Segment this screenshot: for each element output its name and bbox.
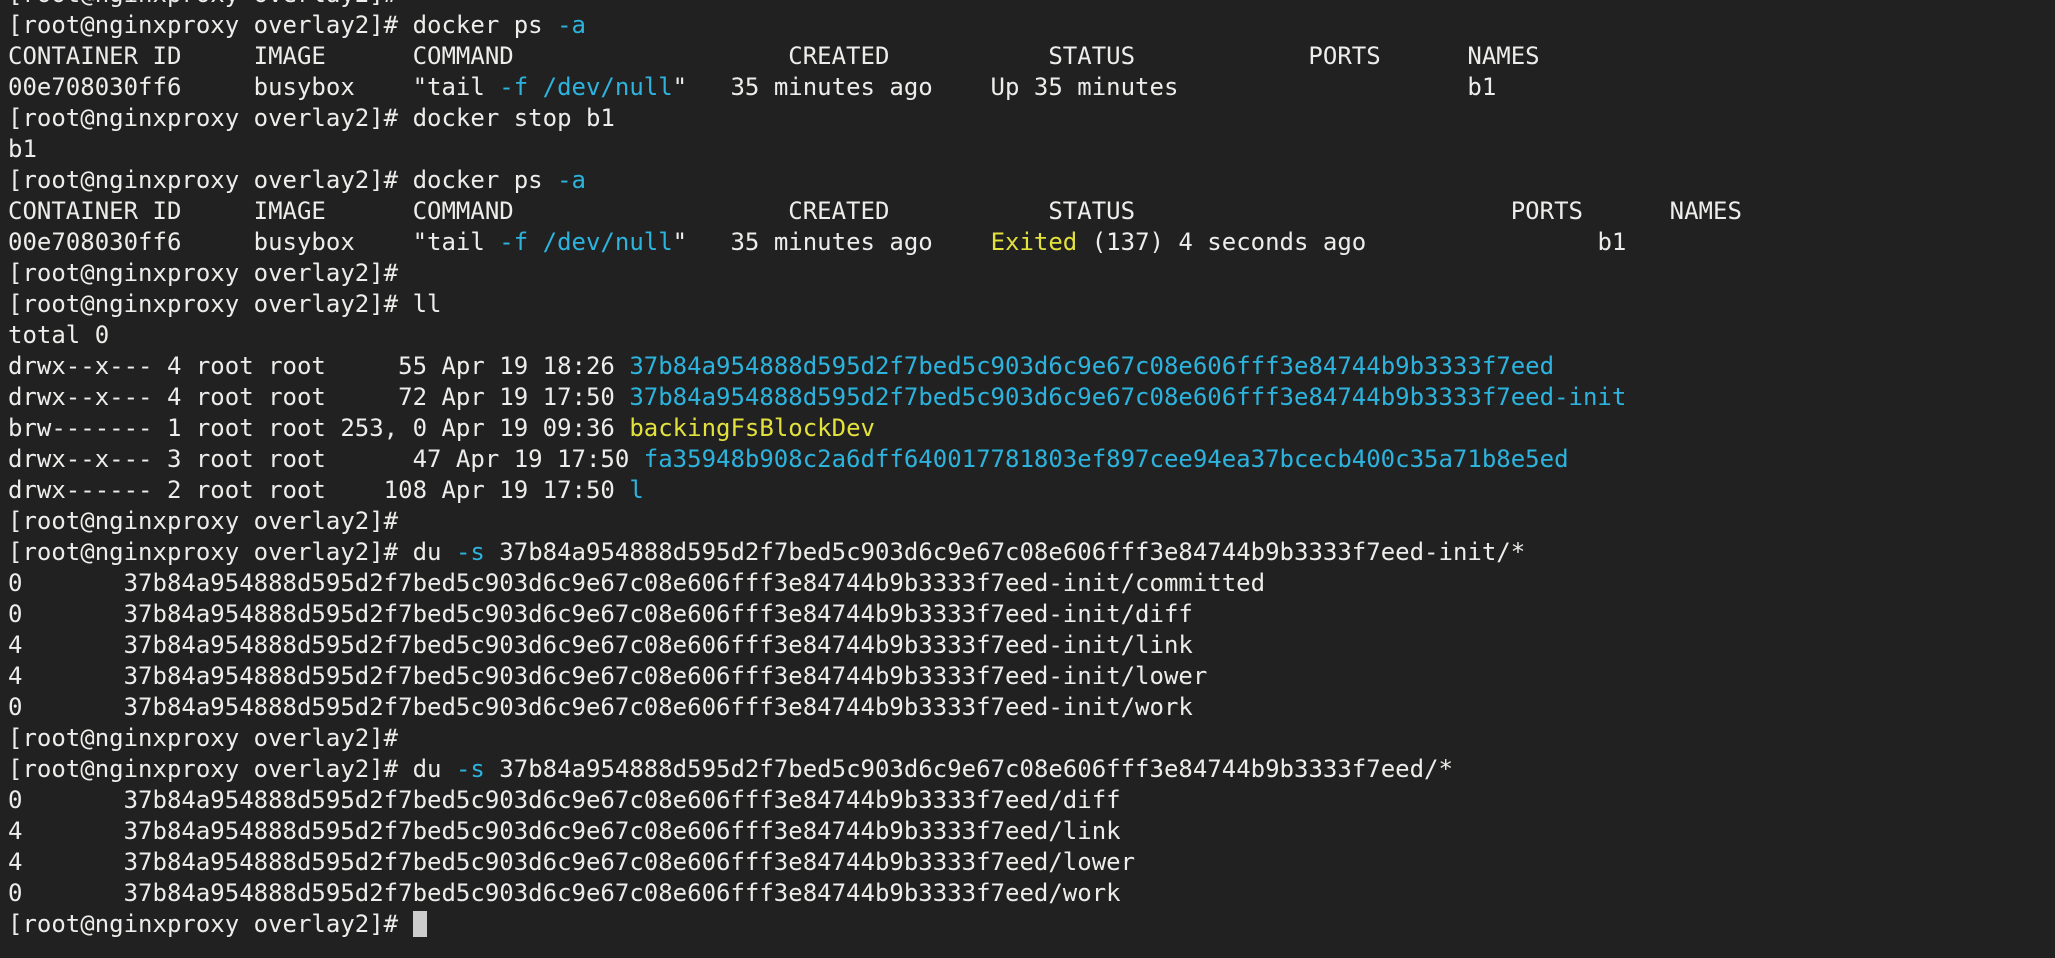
terminal-line: [root@nginxproxy overlay2]#: [8, 258, 1742, 289]
terminal-text-segment: -a: [557, 11, 586, 39]
terminal-text-segment: CONTAINER ID IMAGE COMMAND CREATED STATU…: [8, 197, 1742, 225]
terminal-text-segment: drwx--x--- 4 root root 55 Apr 19 18:26: [8, 352, 629, 380]
terminal-line: 0 37b84a954888d595d2f7bed5c903d6c9e67c08…: [8, 878, 1742, 909]
terminal-cursor: [413, 911, 427, 937]
terminal-line: 0 37b84a954888d595d2f7bed5c903d6c9e67c08…: [8, 692, 1742, 723]
terminal-line: [root@nginxproxy overlay2]# du -s 37b84a…: [8, 537, 1742, 568]
terminal-line: drwx--x--- 4 root root 55 Apr 19 18:26 3…: [8, 351, 1742, 382]
terminal-line: [root@nginxproxy overlay2]#: [8, 723, 1742, 754]
terminal-line: 4 37b84a954888d595d2f7bed5c903d6c9e67c08…: [8, 661, 1742, 692]
terminal-text-segment: 4 37b84a954888d595d2f7bed5c903d6c9e67c08…: [8, 817, 1121, 845]
terminal-text-segment: drwx--x--- 3 root root 47 Apr 19 17:50: [8, 445, 644, 473]
terminal-line: drwx------ 2 root root 108 Apr 19 17:50 …: [8, 475, 1742, 506]
terminal-text-segment: 4 37b84a954888d595d2f7bed5c903d6c9e67c08…: [8, 662, 1207, 690]
terminal-text-segment: [root@nginxproxy overlay2]# docker ps: [8, 166, 557, 194]
terminal-text-segment: " 35 minutes ago: [673, 228, 991, 256]
terminal-text-segment: [root@nginxproxy overlay2]# ll: [8, 290, 441, 318]
terminal-text-segment: [root@nginxproxy overlay2]#: [8, 724, 398, 752]
terminal-text-segment: 4 37b84a954888d595d2f7bed5c903d6c9e67c08…: [8, 848, 1135, 876]
terminal-line: [root@nginxproxy overlay2]#: [8, 506, 1742, 537]
terminal-text-segment: 37b84a954888d595d2f7bed5c903d6c9e67c08e6…: [629, 383, 1626, 411]
terminal-line: 00e708030ff6 busybox "tail -f /dev/null"…: [8, 227, 1742, 258]
terminal-line: 0 37b84a954888d595d2f7bed5c903d6c9e67c08…: [8, 568, 1742, 599]
terminal-text-segment: 4 37b84a954888d595d2f7bed5c903d6c9e67c08…: [8, 631, 1193, 659]
terminal-line: [root@nginxproxy overlay2]# du -s 37b84a…: [8, 754, 1742, 785]
terminal-text-segment: [root@nginxproxy overlay2]#: [8, 259, 398, 287]
terminal-line: 4 37b84a954888d595d2f7bed5c903d6c9e67c08…: [8, 847, 1742, 878]
terminal-text-segment: 0 37b84a954888d595d2f7bed5c903d6c9e67c08…: [8, 600, 1193, 628]
terminal-line: CONTAINER ID IMAGE COMMAND CREATED STATU…: [8, 41, 1742, 72]
terminal-line: drwx--x--- 4 root root 72 Apr 19 17:50 3…: [8, 382, 1742, 413]
terminal-text-segment: b1: [8, 135, 37, 163]
terminal-text-segment: 37b84a954888d595d2f7bed5c903d6c9e67c08e6…: [629, 352, 1554, 380]
terminal-text-segment: total 0: [8, 321, 109, 349]
terminal-line: [root@nginxproxy overlay2]# docker ps -a: [8, 165, 1742, 196]
terminal-line: 4 37b84a954888d595d2f7bed5c903d6c9e67c08…: [8, 816, 1742, 847]
terminal-text-segment: -s: [456, 755, 485, 783]
terminal-text-segment: 37b84a954888d595d2f7bed5c903d6c9e67c08e6…: [485, 755, 1453, 783]
terminal-text-segment: 0 37b84a954888d595d2f7bed5c903d6c9e67c08…: [8, 786, 1121, 814]
terminal-text-segment: Exited: [991, 228, 1078, 256]
terminal-text-segment: -a: [557, 166, 586, 194]
terminal-line: 0 37b84a954888d595d2f7bed5c903d6c9e67c08…: [8, 599, 1742, 630]
terminal-line: total 0: [8, 320, 1742, 351]
terminal-text-segment: 00e708030ff6 busybox "tail: [8, 228, 499, 256]
terminal-text-segment: -f /dev/null: [499, 73, 672, 101]
terminal-line: drwx--x--- 3 root root 47 Apr 19 17:50 f…: [8, 444, 1742, 475]
terminal-screen[interactable]: [root@nginxproxy overlay2]#[root@nginxpr…: [0, 0, 2055, 958]
terminal-text-segment: 0 37b84a954888d595d2f7bed5c903d6c9e67c08…: [8, 569, 1265, 597]
terminal-line: [root@nginxproxy overlay2]# ll: [8, 289, 1742, 320]
terminal-output: [root@nginxproxy overlay2]#[root@nginxpr…: [8, 0, 1742, 940]
terminal-text-segment: [root@nginxproxy overlay2]#: [8, 0, 398, 8]
terminal-line: b1: [8, 134, 1742, 165]
terminal-text-segment: CONTAINER ID IMAGE COMMAND CREATED STATU…: [8, 42, 1540, 70]
terminal-text-segment: -f /dev/null: [499, 228, 672, 256]
terminal-text-segment: [root@nginxproxy overlay2]# docker ps: [8, 11, 557, 39]
terminal-text-segment: [root@nginxproxy overlay2]# du: [8, 538, 456, 566]
terminal-text-segment: [root@nginxproxy overlay2]# du: [8, 755, 456, 783]
terminal-text-segment: [root@nginxproxy overlay2]#: [8, 507, 398, 535]
terminal-text-segment: l: [629, 476, 643, 504]
terminal-text-segment: backingFsBlockDev: [629, 414, 875, 442]
terminal-text-segment: drwx--x--- 4 root root 72 Apr 19 17:50: [8, 383, 629, 411]
terminal-line: [root@nginxproxy overlay2]# docker ps -a: [8, 10, 1742, 41]
terminal-line: [root@nginxproxy overlay2]#: [8, 909, 1742, 940]
terminal-text-segment: drwx------ 2 root root 108 Apr 19 17:50: [8, 476, 629, 504]
terminal-text-segment: [root@nginxproxy overlay2]#: [8, 910, 413, 938]
terminal-line: 00e708030ff6 busybox "tail -f /dev/null"…: [8, 72, 1742, 103]
terminal-line: CONTAINER ID IMAGE COMMAND CREATED STATU…: [8, 196, 1742, 227]
terminal-text-segment: 0 37b84a954888d595d2f7bed5c903d6c9e67c08…: [8, 879, 1121, 907]
terminal-text-segment: 37b84a954888d595d2f7bed5c903d6c9e67c08e6…: [485, 538, 1525, 566]
terminal-line: 0 37b84a954888d595d2f7bed5c903d6c9e67c08…: [8, 785, 1742, 816]
terminal-line: [root@nginxproxy overlay2]#: [8, 0, 1742, 10]
terminal-text-segment: fa35948b908c2a6dff640017781803ef897cee94…: [644, 445, 1569, 473]
terminal-line: [root@nginxproxy overlay2]# docker stop …: [8, 103, 1742, 134]
terminal-line: 4 37b84a954888d595d2f7bed5c903d6c9e67c08…: [8, 630, 1742, 661]
terminal-line: brw------- 1 root root 253, 0 Apr 19 09:…: [8, 413, 1742, 444]
terminal-text-segment: 00e708030ff6 busybox "tail: [8, 73, 499, 101]
terminal-text-segment: (137) 4 seconds ago b1: [1077, 228, 1626, 256]
terminal-text-segment: brw------- 1 root root 253, 0 Apr 19 09:…: [8, 414, 629, 442]
terminal-text-segment: -s: [456, 538, 485, 566]
terminal-text-segment: [root@nginxproxy overlay2]# docker stop …: [8, 104, 615, 132]
terminal-text-segment: 0 37b84a954888d595d2f7bed5c903d6c9e67c08…: [8, 693, 1193, 721]
terminal-text-segment: " 35 minutes ago Up 35 minutes b1: [673, 73, 1497, 101]
